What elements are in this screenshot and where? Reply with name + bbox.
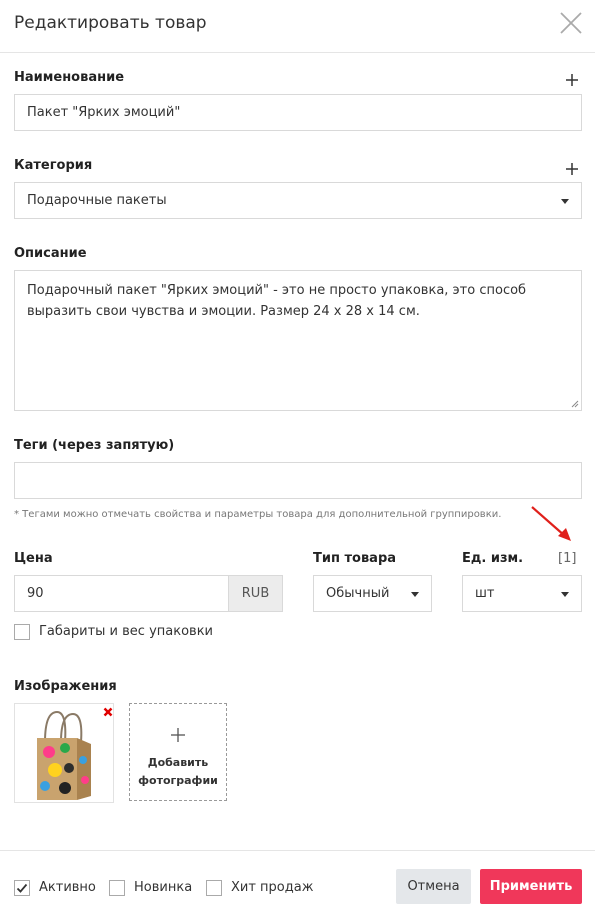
plus-icon [171, 728, 185, 742]
product-type-select[interactable]: Обычный [313, 575, 432, 612]
dialog-footer: Активно Новинка Хит продаж Отмена Примен… [0, 850, 595, 920]
add-photo-button[interactable]: Добавить фотографии [129, 703, 227, 801]
currency-addon: RUB [228, 575, 283, 612]
category-select-value: Подарочные пакеты [27, 193, 167, 208]
apply-button[interactable]: Применить [480, 869, 582, 904]
dialog-title: Редактировать товар [14, 13, 207, 33]
unit-count-badge: [1] [558, 551, 577, 566]
unit-select[interactable]: шт [462, 575, 582, 612]
resize-handle-icon[interactable] [571, 400, 579, 408]
product-type-value: Обычный [326, 586, 390, 601]
price-input[interactable]: 90 [14, 575, 229, 612]
bestseller-checkbox-label: Хит продаж [231, 880, 314, 895]
tags-label: Теги (через запятую) [14, 438, 175, 453]
close-icon[interactable] [559, 11, 583, 35]
remove-image-icon[interactable] [103, 707, 113, 717]
description-line-1: Подарочный пакет "Ярких эмоций" - это не… [27, 283, 527, 298]
package-checkbox[interactable] [14, 624, 30, 640]
description-label: Описание [14, 246, 87, 261]
dialog-header: Редактировать товар [0, 0, 595, 53]
chevron-down-icon [411, 592, 419, 597]
description-textarea[interactable]: Подарочный пакет "Ярких эмоций" - это не… [14, 270, 582, 411]
images-label: Изображения [14, 679, 117, 694]
unit-value: шт [475, 586, 495, 601]
description-line-2: выразить свои чувства и эмоции. Размер 2… [27, 304, 420, 319]
gift-bag-image [37, 710, 91, 800]
unit-label: Ед. изм. [462, 551, 524, 566]
new-checkbox-label: Новинка [134, 880, 193, 895]
chevron-down-icon [561, 199, 569, 204]
add-name-plus-icon[interactable] [565, 73, 579, 87]
add-photo-label-line-2: фотографии [138, 774, 218, 787]
package-checkbox-label: Габариты и вес упаковки [39, 624, 213, 639]
product-type-label: Тип товара [313, 551, 397, 566]
product-image-thumbnail[interactable] [14, 703, 114, 803]
tags-hint: * Тегами можно отмечать свойства и парам… [14, 509, 502, 520]
bestseller-checkbox[interactable] [206, 880, 222, 896]
add-photo-label-line-1: Добавить [147, 756, 209, 769]
checkmark-icon [16, 883, 28, 893]
name-label: Наименование [14, 70, 125, 85]
tags-input[interactable] [14, 462, 582, 499]
active-checkbox-label: Активно [39, 880, 96, 895]
chevron-down-icon [561, 592, 569, 597]
active-checkbox[interactable] [14, 880, 30, 896]
price-label: Цена [14, 551, 53, 566]
new-checkbox[interactable] [109, 880, 125, 896]
add-category-plus-icon[interactable] [565, 162, 579, 176]
category-select[interactable]: Подарочные пакеты [14, 182, 582, 219]
cancel-button[interactable]: Отмена [396, 869, 471, 904]
annotation-arrow-icon [531, 506, 571, 541]
name-input[interactable]: Пакет "Ярких эмоций" [14, 94, 582, 131]
category-label: Категория [14, 158, 93, 173]
